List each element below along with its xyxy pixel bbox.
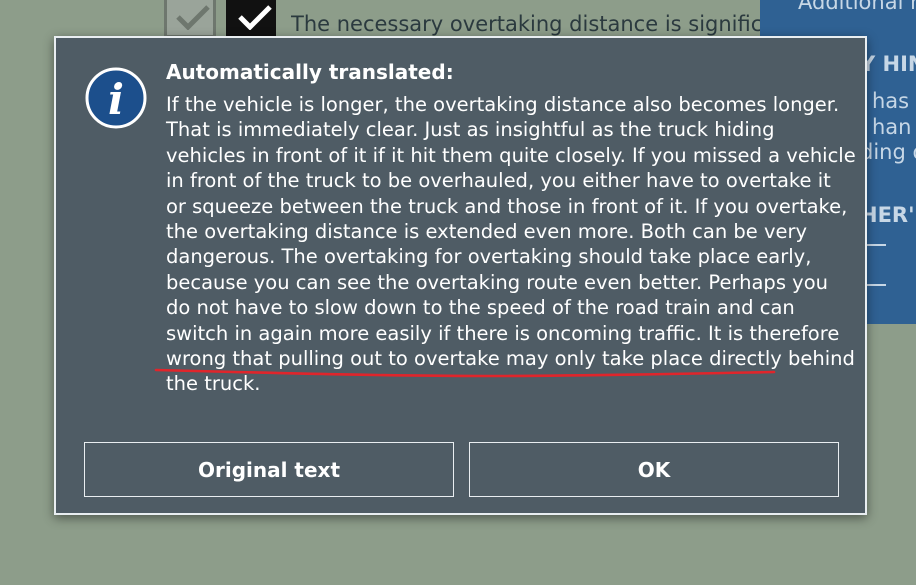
checkbox-unchecked-option[interactable]	[164, 0, 216, 38]
original-text-button[interactable]: Original text	[84, 442, 454, 497]
panel-text: has a	[872, 89, 916, 113]
checkmark-icon	[238, 5, 272, 30]
ok-button[interactable]: OK	[469, 442, 839, 497]
red-underline-annotation	[154, 368, 776, 378]
dialog-body: If the vehicle is longer, the overtaking…	[166, 93, 856, 396]
checkmark-icon	[176, 5, 210, 30]
dialog-title: Automatically translated:	[166, 60, 454, 84]
info-icon: i	[85, 67, 147, 129]
checkbox-checked-option[interactable]	[226, 0, 276, 38]
panel-text: ding o	[860, 140, 916, 164]
panel-heading: HER'S	[860, 203, 916, 227]
info-icon-letter: i	[108, 75, 124, 124]
answer-checkboxes	[164, 0, 286, 38]
translation-dialog: i Automatically translated: If the vehic…	[54, 36, 867, 515]
answer-statement: The necessary overtaking distance is sig…	[291, 12, 761, 36]
panel-text: Additional re	[798, 0, 916, 14]
panel-text: han 1	[872, 115, 916, 139]
panel-heading: Y HIN	[860, 52, 916, 76]
